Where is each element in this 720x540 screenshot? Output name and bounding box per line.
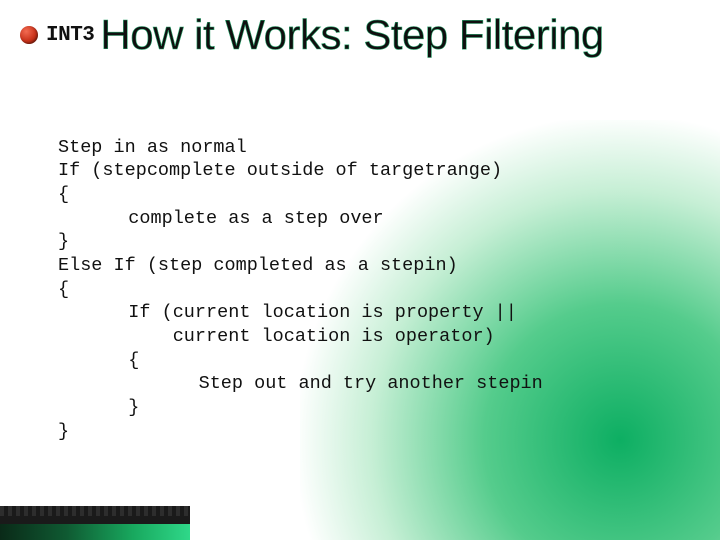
code-line: {: [58, 279, 69, 300]
code-line: }: [58, 421, 69, 442]
code-line: If (current location is property ||: [128, 302, 517, 323]
slide-header: INT3 How it Works: Step Filtering: [20, 14, 700, 56]
footer-gradient: [0, 524, 190, 540]
code-line: {: [128, 350, 139, 371]
brand-label: INT3: [46, 24, 94, 47]
code-line: Else If (step completed as a stepin): [58, 255, 458, 276]
footer-hatch: [0, 506, 190, 516]
code-line: {: [58, 184, 69, 205]
code-line: Step in as normal: [58, 137, 247, 158]
code-line: If (stepcomplete outside of targetrange): [58, 160, 502, 181]
pseudocode-block: Step in as normal If (stepcomplete outsi…: [58, 112, 700, 467]
footer-dark-bar: [0, 506, 190, 540]
bullet-icon: [20, 26, 38, 44]
code-line: complete as a step over: [128, 208, 383, 229]
code-line: }: [128, 397, 139, 418]
footer-decoration: [0, 506, 190, 540]
code-line: Step out and try another stepin: [199, 373, 543, 394]
slide: INT3 How it Works: Step Filtering Step i…: [0, 0, 720, 540]
slide-title: How it Works: Step Filtering: [100, 14, 603, 56]
code-line: current location is operator): [128, 326, 494, 347]
code-line: }: [58, 231, 69, 252]
